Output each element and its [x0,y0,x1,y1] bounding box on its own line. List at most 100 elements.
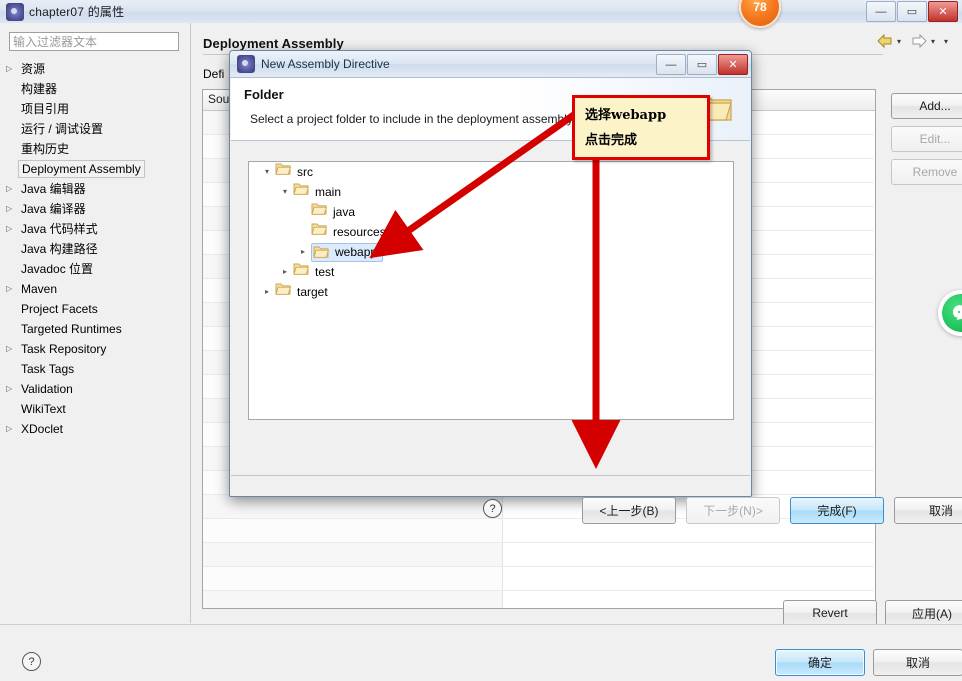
folder-tree-item-resources[interactable]: resources [249,222,733,242]
dialog-title: New Assembly Directive [261,57,390,71]
sidebar-item-java[interactable]: ▷ Java 代码样式 [0,219,188,239]
sidebar-item-deployment-assembly[interactable]: ▷Deployment Assembly [0,159,188,179]
sidebar-item-label: 重构历史 [21,142,70,156]
table-row[interactable] [203,543,875,567]
chevron-right-icon[interactable]: ▸ [277,262,293,282]
table-row[interactable] [203,567,875,591]
sidebar-item-task-tags[interactable]: ▷Task Tags [0,359,188,379]
folder-tree-item-target[interactable]: ▸ target [249,282,733,302]
dialog-maximize-button[interactable]: ▭ [687,54,717,75]
folder-tree-item-test[interactable]: ▸ test [249,262,733,282]
dialog-minimize-button[interactable]: — [656,54,686,75]
sidebar-item-[interactable]: ▷构建器 [0,79,188,99]
sidebar-item-validation[interactable]: ▷ Validation [0,379,188,399]
folder-tree-item-main[interactable]: ▾ main [249,182,733,202]
cancel-button[interactable]: 取消 [873,649,962,676]
sidebar-item-maven[interactable]: ▷ Maven [0,279,188,299]
back-dropdown-chevron[interactable]: ▾ [897,37,901,46]
close-button[interactable]: ✕ [928,1,958,22]
folder-icon [293,263,309,279]
sidebar-item-java[interactable]: ▷Java 构建路径 [0,239,188,259]
dialog-separator [231,475,750,476]
sidebar-item-label: Task Tags [21,362,75,376]
chevron-right-icon[interactable]: ▷ [6,339,17,359]
folder-tree-item-webapp[interactable]: ▸ webapp [249,242,733,262]
annotation-text-click-finish: 点击完成 [585,133,638,148]
sidebar-item-label: Java 编译器 [21,202,86,216]
sidebar-item-label: Task Repository [21,342,107,356]
table-cell [203,567,503,591]
chevron-right-icon[interactable]: ▷ [6,179,17,199]
chevron-down-icon[interactable]: ▾ [259,162,275,182]
eclipse-icon [237,55,255,73]
add-button[interactable]: Add... [891,93,962,119]
sidebar-item-wikitext[interactable]: ▷WikiText [0,399,188,419]
folder-icon [275,163,291,179]
table-cell [203,543,503,567]
assembly-action-buttons: Add... Edit... Remove [891,93,962,192]
annotation-text-select-webapp: 选择webapp [585,108,667,123]
apply-button[interactable]: 应用(A) [885,600,962,626]
folder-tree-item-content: resources [311,222,388,242]
sidebar-item-label: Maven [21,282,58,296]
chevron-right-icon[interactable]: ▷ [6,379,17,399]
sidebar-item-label: Java 构建路径 [21,242,98,256]
folder-tree-item-java[interactable]: java [249,202,733,222]
dialog-titlebar: New Assembly Directive — ▭ ✕ [230,51,751,78]
chevron-right-icon[interactable]: ▷ [6,59,17,79]
table-row[interactable] [203,591,875,608]
sidebar-item-label: Javadoc 位置 [21,262,94,276]
filter-input[interactable]: 输入过滤器文本 [9,32,179,51]
chevron-right-icon[interactable]: ▷ [6,419,17,439]
dialog-close-button[interactable]: ✕ [718,54,748,75]
sidebar-item-targeted-runtimes[interactable]: ▷Targeted Runtimes [0,319,188,339]
revert-button[interactable]: Revert [783,600,877,626]
sidebar-item-[interactable]: ▷ 资源 [0,59,188,79]
sidebar-item-label: 资源 [21,62,46,76]
sidebar-item-[interactable]: ▷项目引用 [0,99,188,119]
chevron-right-icon[interactable]: ▷ [6,279,17,299]
chevron-right-icon[interactable]: ▸ [295,242,311,262]
back-button[interactable]: <上一步(B) [582,497,676,524]
folder-tree-item-label: target [297,285,328,299]
folder-tree-item-content: test [293,262,336,282]
edit-button: Edit... [891,126,962,152]
cancel-button[interactable]: 取消 [894,497,962,524]
sidebar-item-xdoclet[interactable]: ▷ XDoclet [0,419,188,439]
table-cell [203,495,503,519]
sidebar-item-task-repository[interactable]: ▷ Task Repository [0,339,188,359]
sidebar-item-java[interactable]: ▷ Java 编辑器 [0,179,188,199]
sidebar-item-[interactable]: ▷运行 / 调试设置 [0,119,188,139]
sidebar-item-label: Validation [21,382,73,396]
sidebar-tree: ▷资源▷构建器▷项目引用▷运行 / 调试设置▷重构历史▷Deployment A… [0,59,188,439]
minimize-button[interactable]: — [866,1,896,22]
dialog-system-buttons: — ▭ ✕ [656,54,748,75]
sidebar-item-project-facets[interactable]: ▷Project Facets [0,299,188,319]
sidebar-item-[interactable]: ▷重构历史 [0,139,188,159]
finish-button[interactable]: 完成(F) [790,497,884,524]
folder-tree-item-src[interactable]: ▾ src [249,162,733,182]
ok-button[interactable]: 确定 [775,649,865,676]
maximize-button[interactable]: ▭ [897,1,927,22]
folder-tree[interactable]: ▾ src ▾ main java resources ▸ webapp ▸ test ▸ targe… [248,161,734,420]
help-icon[interactable]: ? [22,652,41,671]
forward-arrow-icon[interactable] [910,33,928,49]
sidebar-item-label: Targeted Runtimes [21,322,122,336]
next-button: 下一步(N)> [686,497,780,524]
chevron-right-icon[interactable]: ▸ [259,282,275,302]
folder-icon [311,223,327,239]
folder-tree-item-label: main [315,185,342,199]
sidebar-item-java[interactable]: ▷ Java 编译器 [0,199,188,219]
chevron-down-icon[interactable]: ▾ [277,182,293,202]
chevron-right-icon[interactable]: ▷ [6,199,17,219]
folder-tree-item-content: src [275,162,315,182]
forward-dropdown-chevron[interactable]: ▾ [931,37,935,46]
app-root: chapter07 的属性 — ▭ ✕ 78 输入过滤器文本 ▷资源▷构建器▷项… [0,0,962,681]
view-menu-chevron[interactable]: ▾ [944,37,948,46]
folder-tree-item-label: java [333,205,356,219]
dialog-help-icon[interactable]: ? [483,499,502,518]
chevron-right-icon[interactable]: ▷ [6,219,17,239]
sidebar-item-javadoc[interactable]: ▷Javadoc 位置 [0,259,188,279]
back-arrow-icon[interactable] [876,33,894,49]
remove-button: Remove [891,159,962,185]
